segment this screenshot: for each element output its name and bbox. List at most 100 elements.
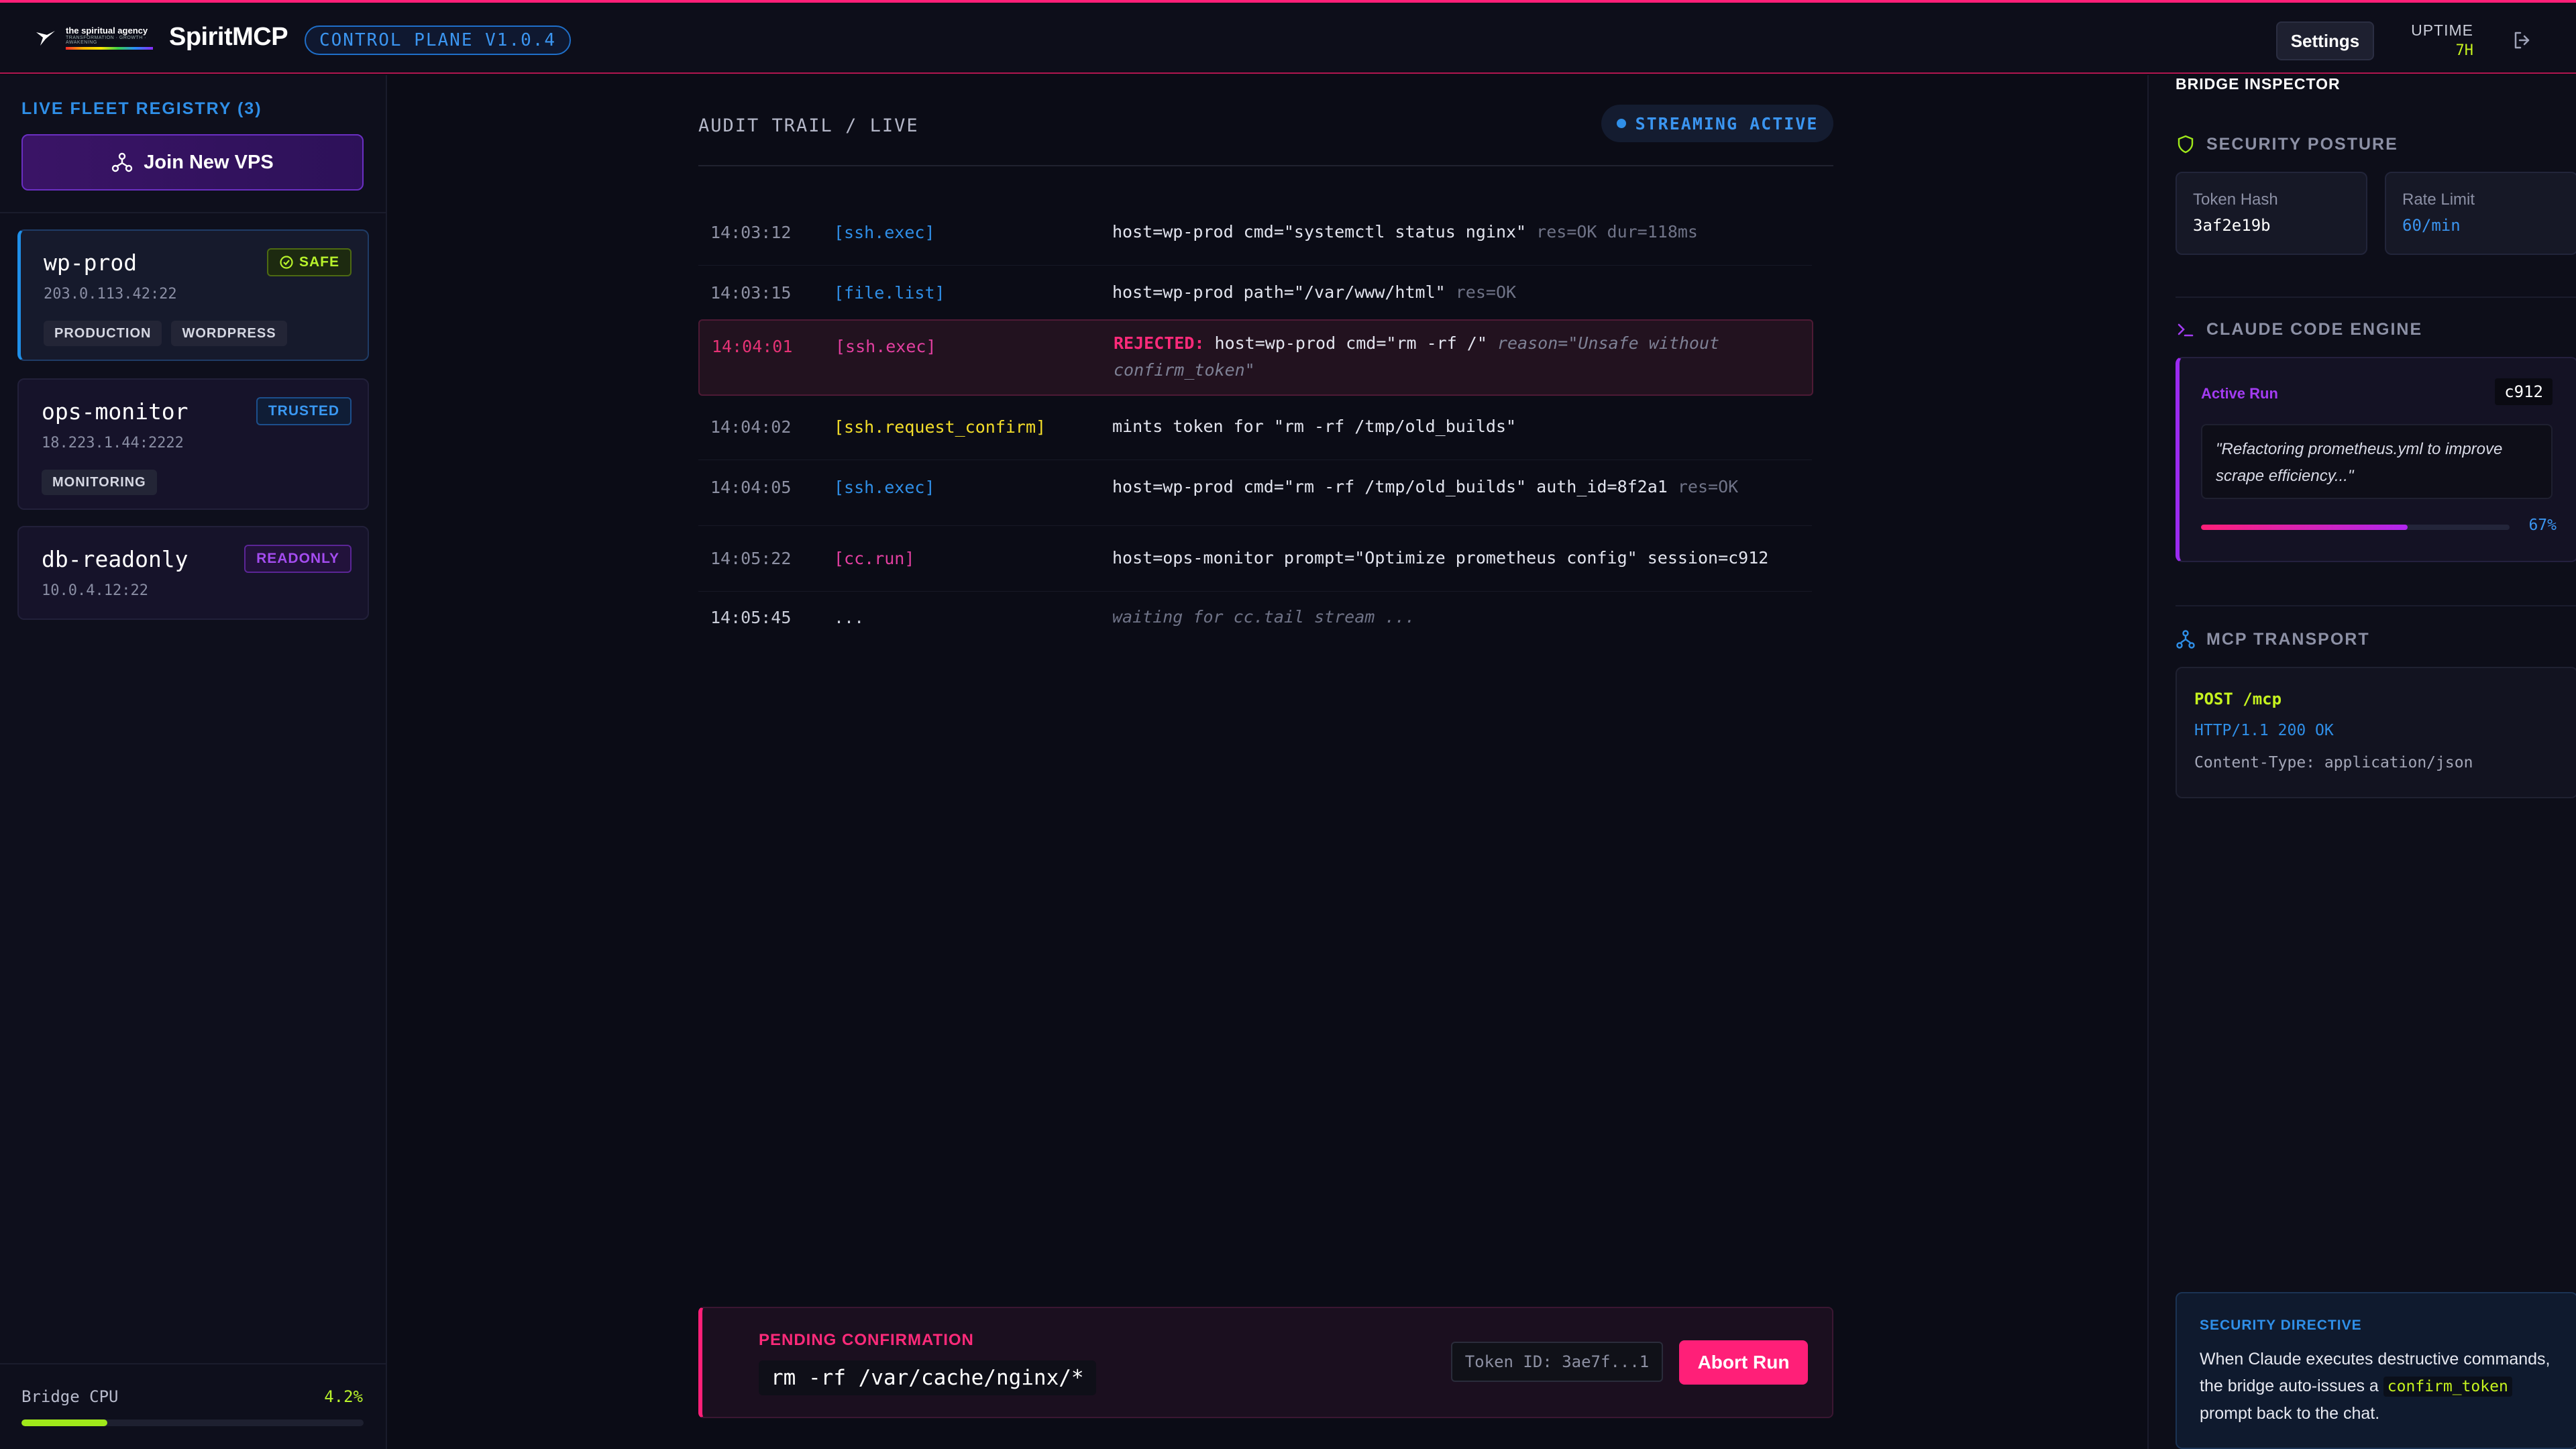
logo-line2: TRANSFORMATION · GROWTH · AWAKENING <box>66 36 147 45</box>
abort-run-button[interactable]: Abort Run <box>1679 1340 1808 1385</box>
host-card-wp-prod[interactable]: wp-prod 203.0.113.42:22 SAFE PRODUCTION … <box>17 229 369 361</box>
join-vps-button[interactable]: Join New VPS <box>21 134 364 191</box>
log-time: 14:04:05 <box>710 478 792 497</box>
engine-title: CLAUDE CODE ENGINE <box>2206 319 2423 339</box>
log-time: 14:05:45 <box>710 608 792 627</box>
token-id-field[interactable]: Token ID: 3ae7f...1 <box>1451 1342 1663 1382</box>
log-message: host=wp-prod path="/var/www/html" res=OK <box>1112 279 1803 306</box>
host-name: db-readonly <box>42 546 189 572</box>
claude-engine-heading: CLAUDE CODE ENGINE <box>2176 319 2422 339</box>
log-event: [ssh.request_confirm] <box>834 417 1046 437</box>
log-msg-text: host=wp-prod cmd="rm -rf /" <box>1204 333 1487 353</box>
host-card-db-readonly[interactable]: db-readonly 10.0.4.12:22 READONLY <box>17 526 369 620</box>
log-row[interactable]: 14:04:05 [ssh.exec] host=wp-prod cmd="rm… <box>698 462 1812 526</box>
pending-label: PENDING CONFIRMATION <box>759 1331 974 1349</box>
log-event: [ssh.exec] <box>835 337 936 356</box>
log-message: REJECTED: host=wp-prod cmd="rm -rf /" re… <box>1114 330 1805 384</box>
brand-title: SpiritMCP <box>169 23 288 51</box>
log-message: host=wp-prod cmd="rm -rf /tmp/old_builds… <box>1112 474 1803 500</box>
host-ip: 203.0.113.42:22 <box>44 286 177 303</box>
log-row[interactable]: 14:05:22 [cc.run] host=ops-monitor promp… <box>698 531 1812 592</box>
log-message: host=ops-monitor prompt="Optimize promet… <box>1112 548 1769 568</box>
status-badge: TRUSTED <box>256 397 352 425</box>
run-session-id: c912 <box>2495 378 2553 405</box>
log-msg-meta: res=OK <box>1667 477 1739 496</box>
inspector-title: BRIDGE INSPECTOR <box>2176 75 2341 93</box>
log-event: [ssh.exec] <box>834 223 935 242</box>
directive-text-post: prompt back to the chat. <box>2200 1404 2380 1423</box>
log-time: 14:04:01 <box>712 337 793 356</box>
uptime-indicator: UPTIME 7H <box>2410 21 2473 59</box>
log-msg-text: host=wp-prod path="/var/www/html" <box>1112 282 1446 302</box>
host-tags: MONITORING <box>42 470 157 495</box>
mcp-request-line: POST /mcp <box>2194 690 2282 708</box>
run-progress-fill <box>2201 525 2408 530</box>
mcp-header-line: Content-Type: application/json <box>2194 754 2473 771</box>
run-description: "Refactoring prometheus.yml to improve s… <box>2201 424 2553 499</box>
mcp-title: MCP TRANSPORT <box>2206 629 2370 649</box>
log-event: [cc.run] <box>834 549 915 568</box>
fleet-registry-title: LIVE FLEET REGISTRY (3) <box>21 99 262 118</box>
directive-title: SECURITY DIRECTIVE <box>2200 1318 2362 1333</box>
rate-limit-card: Rate Limit 60/min <box>2385 172 2576 255</box>
host-name: ops-monitor <box>42 398 189 425</box>
log-waiting: waiting for cc.tail stream ... <box>1112 607 1415 627</box>
run-progress-percent: 67% <box>2528 517 2557 534</box>
directive-code: confirm_token <box>2383 1377 2512 1397</box>
log-message: mints token for "rm -rf /tmp/old_builds" <box>1112 417 1517 436</box>
agency-logo[interactable]: the spiritual agency TRANSFORMATION · GR… <box>34 25 153 50</box>
host-name: wp-prod <box>44 250 138 276</box>
log-msg-meta: res=OK dur=118ms <box>1526 222 1698 241</box>
log-time: 14:04:02 <box>710 417 792 437</box>
uptime-value: 7H <box>2455 42 2474 59</box>
tag: MONITORING <box>42 470 157 495</box>
host-tags: PRODUCTION WORDPRESS <box>44 321 287 346</box>
log-msg-text: host=wp-prod cmd="systemctl status nginx… <box>1112 222 1527 241</box>
mcp-transport-card: POST /mcp HTTP/1.1 200 OK Content-Type: … <box>2176 667 2576 798</box>
cpu-meter <box>21 1419 364 1426</box>
active-run-card[interactable]: Active Run c912 "Refactoring prometheus.… <box>2176 357 2576 562</box>
badge-label: TRUSTED <box>268 403 339 419</box>
fleet-sidebar: LIVE FLEET REGISTRY (3) Join New VPS wp-… <box>0 75 387 1449</box>
log-msg-text: host=wp-prod cmd="rm -rf /tmp/old_builds… <box>1112 477 1668 496</box>
section-divider <box>2176 297 2576 298</box>
token-hash-value: 3af2e19b <box>2193 216 2271 235</box>
streaming-status-pill: STREAMING ACTIVE <box>1601 105 1833 142</box>
directive-body: When Claude executes destructive command… <box>2200 1346 2562 1427</box>
log-event: ... <box>834 608 865 627</box>
section-divider <box>2176 605 2576 606</box>
log-time: 14:03:12 <box>710 223 792 242</box>
cpu-meter-fill <box>21 1419 107 1426</box>
log-row[interactable]: 14:05:45 ... waiting for cc.tail stream … <box>698 593 1812 647</box>
token-hash-label: Token Hash <box>2193 191 2278 209</box>
settings-button[interactable]: Settings <box>2276 21 2374 60</box>
log-row[interactable]: 14:03:12 [ssh.exec] host=wp-prod cmd="sy… <box>698 207 1812 266</box>
log-event: [file.list] <box>834 283 945 303</box>
join-vps-label: Join New VPS <box>144 151 274 173</box>
streaming-label: STREAMING ACTIVE <box>1635 113 1819 133</box>
logout-icon[interactable] <box>2512 30 2533 51</box>
log-row[interactable]: 14:03:15 [file.list] host=wp-prod path="… <box>698 267 1812 326</box>
check-circle-icon <box>280 256 293 269</box>
status-badge: SAFE <box>266 248 352 276</box>
mcp-status-line: HTTP/1.1 200 OK <box>2194 722 2334 739</box>
host-card-ops-monitor[interactable]: ops-monitor 18.223.1.44:2222 TRUSTED MON… <box>17 378 369 510</box>
tag: PRODUCTION <box>44 321 162 346</box>
pending-command: rm -rf /var/cache/nginx/* <box>759 1360 1096 1395</box>
security-title: SECURITY POSTURE <box>2206 134 2398 154</box>
active-run-label: Active Run <box>2201 385 2278 402</box>
version-badge: CONTROL PLANE V1.0.4 <box>305 25 572 55</box>
network-icon <box>112 152 133 172</box>
log-row[interactable]: 14:04:02 [ssh.request_confirm] mints tok… <box>698 401 1812 460</box>
log-time: 14:03:15 <box>710 283 792 303</box>
log-event: [ssh.exec] <box>834 478 935 497</box>
sidebar-divider <box>0 212 386 213</box>
log-row-rejected[interactable]: 14:04:01 [ssh.exec] REJECTED: host=wp-pr… <box>698 319 1813 396</box>
log-msg-meta: res=OK <box>1445 282 1517 302</box>
cpu-value: 4.2% <box>324 1387 363 1406</box>
uptime-label: UPTIME <box>2411 21 2473 39</box>
bridge-inspector-panel: BRIDGE INSPECTOR SECURITY POSTURE Token … <box>2147 75 2576 1449</box>
badge-label: SAFE <box>299 254 339 270</box>
security-directive-card: SECURITY DIRECTIVE When Claude executes … <box>2176 1292 2576 1449</box>
rate-limit-value: 60/min <box>2402 216 2461 235</box>
